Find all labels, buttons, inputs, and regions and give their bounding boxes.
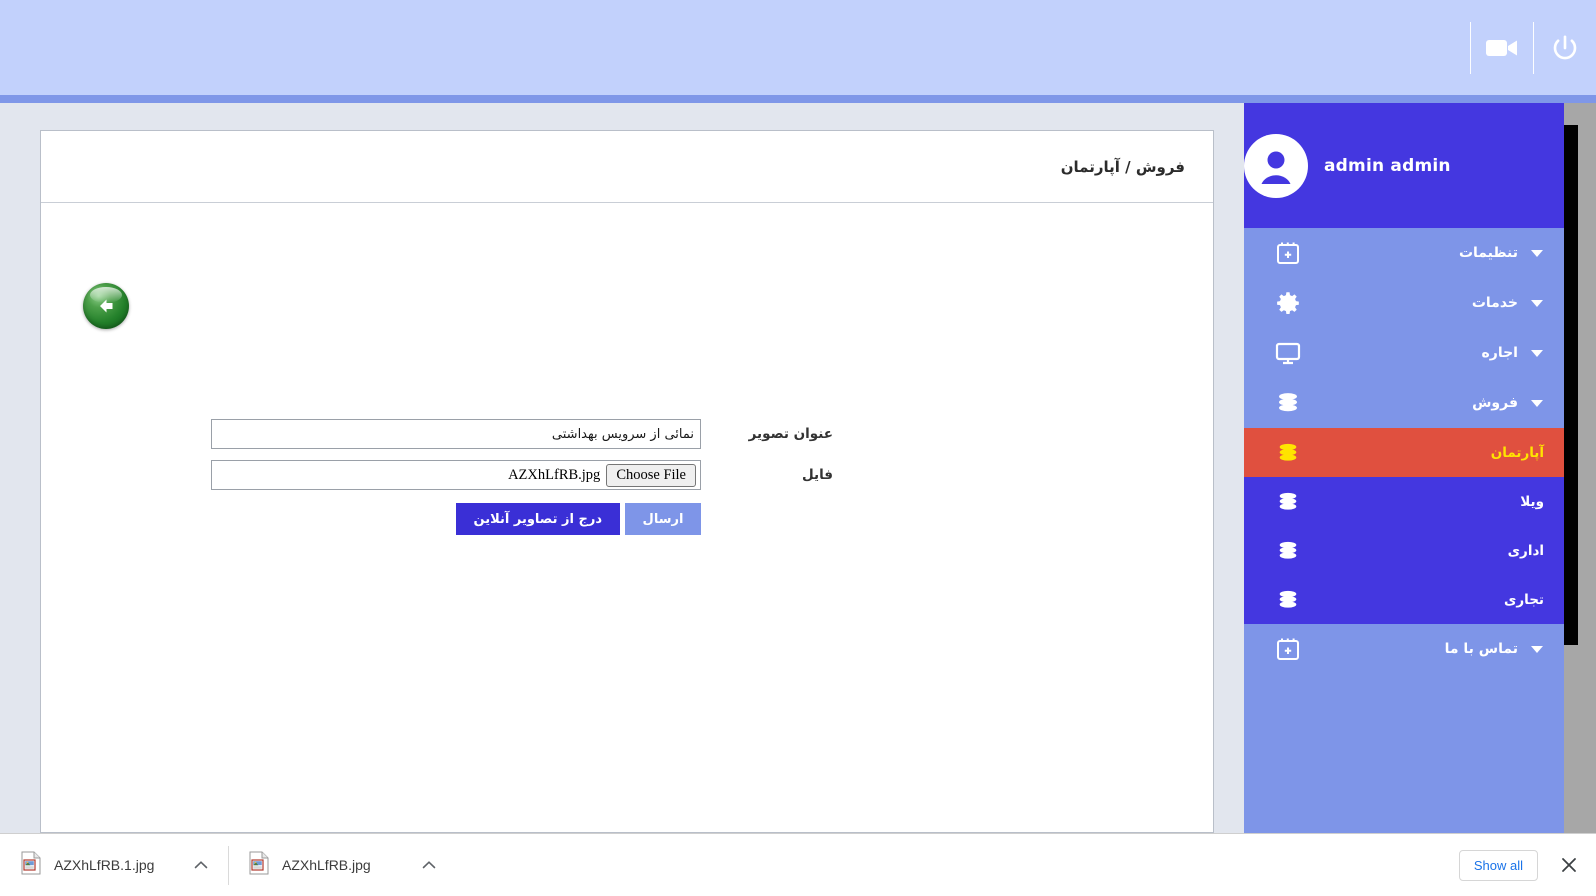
sidebar-item-label: فروش xyxy=(1472,395,1518,411)
toolbar-divider-2 xyxy=(1470,21,1471,74)
database-icon xyxy=(1266,390,1310,416)
database-icon xyxy=(1266,490,1310,514)
download-item[interactable]: AZXhLfRB.1.jpg xyxy=(0,834,228,896)
sidebar-item-label: اجاره xyxy=(1481,345,1518,361)
back-button[interactable] xyxy=(83,283,129,329)
form-row-file: فایل Choose File AZXhLfRB.jpg xyxy=(41,460,1213,490)
form-actions: ارسال درج از تصاویر آنلاین xyxy=(41,503,701,535)
sidebar-item-contact-us[interactable]: تماس با ما xyxy=(1244,624,1564,674)
sidebar-item-services[interactable]: خدمات xyxy=(1244,278,1564,328)
screen-root: فروش / آپارتمان عنوان تصویر فایل xyxy=(0,0,1596,896)
sidebar-menu: تنظیمات خدمات اجاره فروش xyxy=(1244,228,1564,428)
download-file-name: AZXhLfRB.1.jpg xyxy=(54,857,155,873)
calendar-plus-icon xyxy=(1266,240,1310,266)
database-icon xyxy=(1266,441,1310,465)
close-icon[interactable] xyxy=(1550,834,1588,896)
submit-button[interactable]: ارسال xyxy=(625,503,701,535)
calendar-plus-icon xyxy=(1266,636,1310,662)
sidebar-item-commercial[interactable]: تجاری xyxy=(1244,575,1564,624)
chevron-down-icon-rent[interactable] xyxy=(1524,349,1550,357)
database-icon xyxy=(1266,588,1310,612)
sidebar-item-settings[interactable]: تنظیمات xyxy=(1244,228,1564,278)
sidebar-user-block[interactable]: admin admin xyxy=(1244,103,1564,228)
file-field-wrap: Choose File AZXhLfRB.jpg xyxy=(211,460,701,490)
image-file-icon xyxy=(248,851,270,879)
user-name: admin admin xyxy=(1324,155,1451,176)
sidebar-item-label: تنظیمات xyxy=(1458,245,1518,261)
sidebar: admin admin تنظیمات خدمات اجاره فروش آپا… xyxy=(1244,103,1564,833)
sidebar-item-label: آپارتمان xyxy=(1490,444,1544,461)
image-title-label: عنوان تصویر xyxy=(748,426,833,442)
sidebar-submenu-sale: آپارتمان ویلا اداری تجاری xyxy=(1244,428,1564,624)
image-title-input[interactable] xyxy=(211,419,701,449)
file-label: فایل xyxy=(801,467,833,483)
sidebar-item-office[interactable]: اداری xyxy=(1244,526,1564,575)
page-scrollbar-thumb[interactable] xyxy=(1564,125,1578,645)
sidebar-item-rent[interactable]: اجاره xyxy=(1244,328,1564,378)
choose-file-button[interactable]: Choose File xyxy=(606,463,696,487)
monitor-icon xyxy=(1266,340,1310,366)
sidebar-item-villa[interactable]: ویلا xyxy=(1244,477,1564,526)
download-shelf: AZXhLfRB.1.jpg AZXhLfRB.jpg Show all xyxy=(0,833,1596,896)
download-item[interactable]: AZXhLfRB.jpg xyxy=(228,834,456,896)
file-input[interactable]: Choose File AZXhLfRB.jpg xyxy=(211,460,701,490)
sidebar-footer-menu: تماس با ما xyxy=(1244,624,1564,674)
power-icon[interactable] xyxy=(1534,0,1596,95)
image-file-icon xyxy=(20,851,42,879)
image-title-field-wrap xyxy=(211,419,701,449)
chevron-down-icon-contact[interactable] xyxy=(1524,645,1550,653)
gear-icon xyxy=(1266,290,1310,316)
sidebar-item-sale[interactable]: فروش xyxy=(1244,378,1564,428)
chevron-down-icon-services[interactable] xyxy=(1524,299,1550,307)
database-icon xyxy=(1266,539,1310,563)
upload-form: عنوان تصویر فایل Choose File AZXhLfRB.jp… xyxy=(41,419,1213,535)
card-body: عنوان تصویر فایل Choose File AZXhLfRB.jp… xyxy=(41,203,1213,832)
toolbar-accent-strip xyxy=(0,95,1596,103)
breadcrumb: فروش / آپارتمان xyxy=(1060,157,1185,176)
sidebar-item-label: تماس با ما xyxy=(1444,641,1518,657)
sidebar-item-label: اداری xyxy=(1507,542,1544,559)
avatar xyxy=(1244,133,1308,198)
sidebar-item-label: تجاری xyxy=(1503,591,1544,608)
form-row-image-title: عنوان تصویر xyxy=(41,419,1213,449)
download-file-name: AZXhLfRB.jpg xyxy=(282,857,371,873)
show-all-downloads-button[interactable]: Show all xyxy=(1458,849,1538,881)
insert-online-images-button[interactable]: درج از تصاویر آنلاین xyxy=(455,503,620,535)
toolbar-divider-1 xyxy=(1533,21,1534,74)
sidebar-item-label: خدمات xyxy=(1471,295,1518,311)
card-header: فروش / آپارتمان xyxy=(41,131,1213,203)
chevron-up-icon[interactable] xyxy=(190,860,212,870)
video-camera-icon[interactable] xyxy=(1471,0,1533,95)
chevron-up-icon[interactable] xyxy=(418,860,440,870)
browser-toolbar xyxy=(0,0,1596,95)
selected-file-name: AZXhLfRB.jpg xyxy=(508,466,601,483)
sidebar-item-label: ویلا xyxy=(1520,493,1544,510)
chevron-down-icon-sale[interactable] xyxy=(1524,399,1550,407)
sidebar-item-apartment[interactable]: آپارتمان xyxy=(1244,428,1564,477)
main-content-card: فروش / آپارتمان عنوان تصویر فایل xyxy=(40,130,1214,833)
chevron-down-icon-settings[interactable] xyxy=(1524,249,1550,257)
